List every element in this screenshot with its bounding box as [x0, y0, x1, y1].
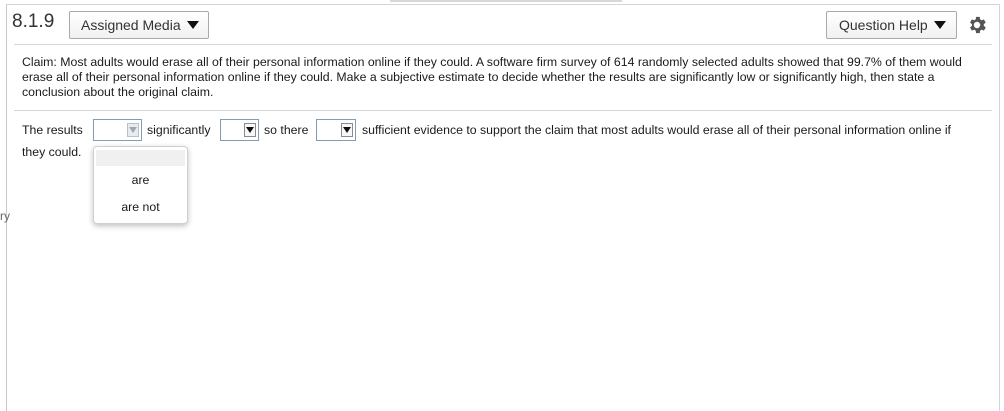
dropdown-option-are[interactable]: are [94, 173, 187, 187]
gear-icon[interactable] [966, 14, 988, 36]
dropdown-arrow-icon [244, 123, 256, 137]
header-divider [14, 44, 992, 45]
question-number: 8.1.9 [12, 11, 55, 32]
dropdown-arrow-icon [127, 123, 139, 137]
question-divider [14, 110, 992, 111]
answer-text-2: significantly [147, 123, 211, 137]
triangle-down-icon [186, 21, 199, 29]
results-select[interactable] [93, 119, 142, 141]
dropdown-arrow-icon [341, 123, 353, 137]
assigned-media-label: Assigned Media [81, 17, 181, 33]
significance-select[interactable] [220, 119, 259, 141]
question-help-label: Question Help [839, 17, 928, 33]
top-strip [390, 0, 622, 2]
answer-text-4: sufficient evidence to support the claim… [362, 123, 951, 137]
question-help-button[interactable]: Question Help [826, 11, 957, 39]
dropdown-blank-option[interactable] [96, 150, 185, 166]
triangle-down-icon [933, 21, 946, 29]
results-dropdown-list: are are not [93, 146, 188, 224]
answer-text-3: so there [264, 123, 309, 137]
evidence-select[interactable] [316, 119, 356, 141]
dropdown-option-are-not[interactable]: are not [94, 200, 187, 214]
claim-text: Claim: Most adults would erase all of th… [22, 55, 962, 99]
answer-text-5: they could. [22, 145, 82, 159]
side-mark: ry [0, 209, 10, 223]
assigned-media-button[interactable]: Assigned Media [69, 11, 209, 39]
answer-text-1: The results [22, 123, 83, 137]
